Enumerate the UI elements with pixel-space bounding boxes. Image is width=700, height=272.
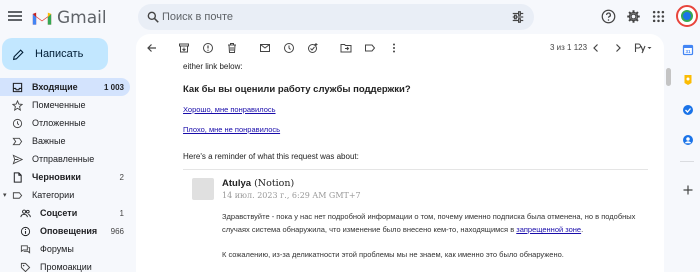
draft-icon xyxy=(13,171,22,183)
search-icon[interactable] xyxy=(146,10,160,24)
sidebar-item-sent[interactable]: Отправленные xyxy=(0,150,130,168)
sender-avatar xyxy=(192,178,214,200)
add-task-icon[interactable] xyxy=(307,42,319,54)
apps-grid-icon[interactable] xyxy=(651,9,666,24)
keep-icon[interactable] xyxy=(682,74,694,86)
app-title: Gmail xyxy=(57,8,107,28)
collapse-caret-icon[interactable]: ▾ xyxy=(3,191,7,199)
sidebar-item-label: Отложенные xyxy=(32,118,86,128)
pagination-text: 3 из 1 123 xyxy=(550,43,588,52)
tag-icon xyxy=(20,262,31,272)
calendar-icon[interactable]: 31 xyxy=(682,44,694,56)
rating-bad-link[interactable]: Плохо, мне не понравилось xyxy=(183,125,280,134)
divider xyxy=(183,169,648,170)
compose-label: Написать xyxy=(35,48,84,60)
forum-icon xyxy=(20,244,31,254)
sidebar-item-forums[interactable]: Форумы xyxy=(0,240,130,258)
chevron-right-icon[interactable] xyxy=(612,42,624,54)
updates-count: 966 xyxy=(110,226,124,236)
reminder-text: Here's a reminder of what this request w… xyxy=(183,152,359,161)
inbox-icon xyxy=(12,82,23,92)
sidebar-item-updates[interactable]: Оповещения 966 xyxy=(0,222,130,240)
help-icon[interactable] xyxy=(601,9,616,24)
sender-line: Atulya (Notion) xyxy=(222,178,294,189)
search-input[interactable] xyxy=(162,7,492,27)
label-as-icon[interactable] xyxy=(364,42,376,54)
settings-gear-icon[interactable] xyxy=(626,9,641,24)
pencil-icon xyxy=(12,48,24,60)
paragraph-1-end: . xyxy=(581,225,584,234)
sidebar-item-label: Важные xyxy=(32,136,66,146)
message-paragraph-1: Здравствуйте - пока у нас нет подробной … xyxy=(222,210,642,236)
sidebar-item-inbox[interactable]: Входящие 1 003 xyxy=(0,78,130,96)
filter-options-icon[interactable] xyxy=(511,10,525,24)
sidebar-item-drafts[interactable]: Черновики 2 xyxy=(0,168,130,186)
mark-unread-icon[interactable] xyxy=(259,42,271,54)
tasks-icon[interactable] xyxy=(682,104,694,116)
message-toolbar: 3 из 1 123 xyxy=(136,34,664,62)
sidebar-item-label: Категории xyxy=(32,190,75,200)
sidebar-nav: Входящие 1 003 Помеченные Отложенные Важ… xyxy=(0,78,130,272)
top-bar: Gmail xyxy=(0,0,700,34)
unread-count: 1 003 xyxy=(103,82,124,92)
back-arrow-icon[interactable] xyxy=(146,42,158,54)
compose-button[interactable]: Написать xyxy=(2,38,108,70)
star-icon xyxy=(12,99,23,111)
sidebar-item-label: Помеченные xyxy=(32,100,86,110)
sidebar-item-categories[interactable]: ▾ Категории xyxy=(0,186,130,204)
sender-org: (Notion) xyxy=(254,178,295,189)
more-vert-icon[interactable] xyxy=(388,42,400,54)
sidebar-item-social[interactable]: Соцсети 1 xyxy=(0,204,130,222)
archive-icon[interactable] xyxy=(178,42,190,54)
sidebar-item-snoozed[interactable]: Отложенные xyxy=(0,114,130,132)
message-paragraph-2: К сожалению, из-за деликатности этой про… xyxy=(222,250,564,259)
sidebar-item-starred[interactable]: Помеченные xyxy=(0,96,130,114)
sidebar-item-important[interactable]: Важные xyxy=(0,132,130,150)
restricted-zone-link[interactable]: запрещенной зоне xyxy=(516,225,581,234)
clock-icon xyxy=(12,118,23,128)
info-icon xyxy=(20,226,31,236)
scrollbar-thumb[interactable] xyxy=(666,68,671,86)
sender-name: Atulya xyxy=(222,178,252,189)
social-count: 1 xyxy=(119,208,124,218)
search-bar[interactable] xyxy=(138,4,534,30)
send-icon xyxy=(12,154,23,164)
add-addon-icon[interactable] xyxy=(682,184,694,196)
contacts-icon[interactable] xyxy=(682,134,694,146)
people-icon xyxy=(20,209,31,217)
message-view: 3 из 1 123 either link below: Как бы вы … xyxy=(136,34,664,272)
svg-text:31: 31 xyxy=(685,49,691,54)
divider xyxy=(680,161,694,162)
survey-question: Как бы вы оценили работу службы поддержк… xyxy=(183,84,411,95)
move-to-folder-icon[interactable] xyxy=(340,42,352,54)
account-avatar[interactable] xyxy=(676,5,698,27)
gmail-m-icon xyxy=(32,12,52,25)
side-panel: 31 xyxy=(672,34,700,272)
rating-good-link[interactable]: Хорошо, мне понравилось xyxy=(183,105,276,114)
sidebar-item-promotions[interactable]: Промоакции xyxy=(0,258,130,272)
report-spam-icon[interactable] xyxy=(202,42,214,54)
chevron-left-icon[interactable] xyxy=(590,42,602,54)
snooze-clock-icon[interactable] xyxy=(283,42,295,54)
intro-text: either link below: xyxy=(183,62,243,71)
trash-icon[interactable] xyxy=(226,42,238,54)
sidebar-item-label: Промоакции xyxy=(40,262,92,272)
sidebar-item-label: Входящие xyxy=(32,82,78,92)
message-date: 14 июл. 2023 г., 6:29 AM GMT+7 xyxy=(222,191,361,200)
sidebar-item-label: Форумы xyxy=(40,244,74,254)
sidebar-item-label: Соцсети xyxy=(40,208,78,218)
sidebar-item-label: Оповещения xyxy=(40,226,98,236)
drafts-count: 2 xyxy=(119,172,124,182)
sidebar-item-label: Черновики xyxy=(32,172,81,182)
important-icon xyxy=(12,137,23,145)
main-menu-icon[interactable] xyxy=(8,9,22,23)
label-icon xyxy=(12,191,23,199)
sidebar-item-label: Отправленные xyxy=(32,154,95,164)
input-tools-icon[interactable] xyxy=(634,42,652,54)
gmail-logo[interactable]: Gmail xyxy=(32,8,107,28)
